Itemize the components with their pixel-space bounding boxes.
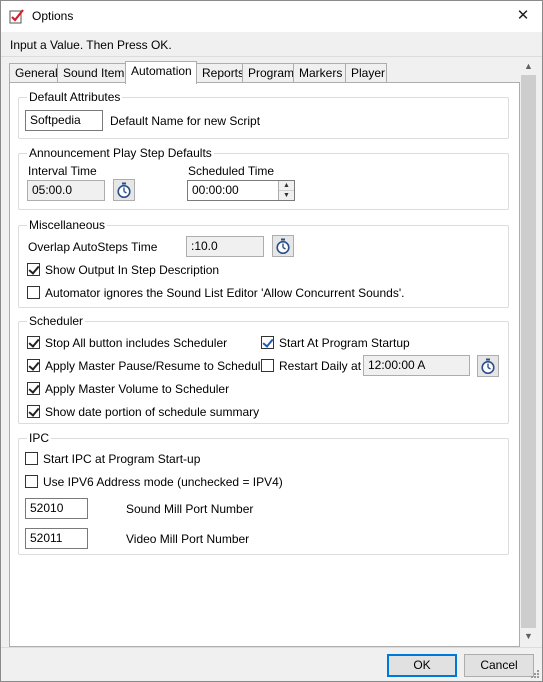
checkbox-checked[interactable] — [27, 382, 40, 396]
interval-timer-button[interactable] — [113, 179, 135, 201]
window-title: Options — [32, 9, 74, 23]
apply-volume-label: Apply Master Volume to Scheduler — [45, 382, 230, 396]
restart-time-input[interactable]: 12:00:00 A — [363, 355, 470, 376]
start-ipc-label: Start IPC at Program Start-up — [43, 452, 201, 466]
start-at-startup-checkbox[interactable]: Start At Program Startup — [261, 336, 410, 352]
scroll-down-icon[interactable]: ▼ — [520, 628, 537, 645]
close-icon: ✕ — [516, 7, 530, 24]
scheduled-time-spinner[interactable]: ▲ ▼ — [278, 181, 294, 200]
show-date-label: Show date portion of schedule summary — [45, 405, 260, 419]
prompt-text: Input a Value. Then Press OK. — [10, 38, 172, 52]
checkbox-checked[interactable] — [27, 263, 40, 277]
tab-general[interactable]: General — [9, 63, 58, 83]
stop-all-label: Stop All button includes Scheduler — [45, 336, 228, 350]
overlap-timer-button[interactable] — [272, 235, 294, 257]
stopwatch-icon — [481, 358, 495, 374]
spin-up-icon[interactable]: ▲ — [279, 181, 294, 190]
apply-volume-checkbox[interactable]: Apply Master Volume to Scheduler — [27, 382, 229, 398]
group-title: Scheduler — [27, 314, 86, 328]
group-title: Announcement Play Step Defaults — [27, 146, 214, 160]
close-button[interactable]: ✕ — [508, 3, 538, 29]
use-ipv6-label: Use IPV6 Address mode (unchecked = IPV4) — [43, 475, 283, 489]
scheduled-time-input[interactable]: 00:00:00 ▲ ▼ — [187, 180, 295, 201]
checklist-icon — [9, 9, 24, 24]
use-ipv6-checkbox[interactable]: Use IPV6 Address mode (unchecked = IPV4) — [25, 475, 283, 491]
ok-button[interactable]: OK — [387, 654, 457, 677]
stopwatch-icon — [276, 238, 290, 254]
start-ipc-checkbox[interactable]: Start IPC at Program Start-up — [25, 452, 200, 468]
automator-ignores-checkbox[interactable]: Automator ignores the Sound List Editor … — [27, 286, 404, 302]
apply-pause-label: Apply Master Pause/Resume to Scheduler — [45, 359, 272, 373]
stopwatch-icon — [117, 182, 131, 198]
checkbox-unchecked[interactable] — [27, 286, 40, 300]
overlap-time-label: Overlap AutoSteps Time — [28, 240, 158, 254]
group-title: Default Attributes — [27, 90, 123, 104]
tab-program[interactable]: Program — [242, 63, 294, 83]
interval-time-input[interactable]: 05:00.0 — [27, 180, 105, 201]
checkbox-checked[interactable] — [27, 359, 40, 373]
show-date-checkbox[interactable]: Show date portion of schedule summary — [27, 405, 259, 421]
miscellaneous-group: Miscellaneous Overlap AutoSteps Time :10… — [18, 218, 509, 308]
default-name-label: Default Name for new Script — [110, 114, 261, 128]
show-output-label: Show Output In Step Description — [45, 263, 220, 277]
restart-daily-label: Restart Daily at — [279, 359, 362, 373]
start-at-startup-label: Start At Program Startup — [279, 336, 410, 350]
checkbox-unchecked[interactable] — [261, 359, 274, 373]
checkbox-unchecked[interactable] — [25, 475, 38, 489]
stop-all-checkbox[interactable]: Stop All button includes Scheduler — [27, 336, 227, 352]
tab-markers[interactable]: Markers — [293, 63, 346, 83]
sound-port-input[interactable]: 52010 — [25, 498, 88, 519]
checkbox-checked[interactable] — [261, 336, 274, 350]
tab-automation[interactable]: Automation — [125, 61, 197, 84]
video-port-label: Video Mill Port Number — [126, 532, 250, 546]
button-bar: OK Cancel — [1, 647, 542, 681]
default-attributes-group: Default Attributes Softpedia Default Nam… — [18, 90, 509, 139]
tab-reports[interactable]: Reports — [196, 63, 244, 83]
prompt-bar: Input a Value. Then Press OK. — [1, 32, 542, 57]
spin-down-icon[interactable]: ▼ — [279, 190, 294, 199]
group-title: IPC — [27, 431, 52, 445]
tab-sound-item[interactable]: Sound Item — [57, 63, 126, 83]
restart-daily-checkbox[interactable]: Restart Daily at — [261, 359, 361, 375]
group-title: Miscellaneous — [27, 218, 108, 232]
sound-port-label: Sound Mill Port Number — [126, 502, 254, 516]
scheduled-time-label: Scheduled Time — [188, 164, 275, 178]
show-output-checkbox[interactable]: Show Output In Step Description — [27, 263, 219, 279]
restart-timer-button[interactable] — [477, 355, 499, 377]
checkbox-checked[interactable] — [27, 405, 40, 419]
default-name-input[interactable]: Softpedia — [25, 110, 103, 131]
announcement-group: Announcement Play Step Defaults Interval… — [18, 146, 509, 210]
overlap-time-input[interactable]: :10.0 — [186, 236, 264, 257]
ipc-group: IPC Start IPC at Program Start-up Use IP… — [18, 431, 509, 555]
resize-grip-icon[interactable] — [530, 669, 540, 679]
options-window: Options ✕ Input a Value. Then Press OK. … — [0, 0, 543, 682]
tab-player[interactable]: Player — [345, 63, 387, 83]
video-port-input[interactable]: 52011 — [25, 528, 88, 549]
checkbox-unchecked[interactable] — [25, 452, 38, 466]
scheduled-time-value: 00:00:00 — [192, 183, 239, 197]
apply-pause-checkbox[interactable]: Apply Master Pause/Resume to Scheduler — [27, 359, 271, 375]
vertical-scrollbar[interactable]: ▲ ▼ — [520, 58, 537, 645]
cancel-button[interactable]: Cancel — [464, 654, 534, 677]
automator-ignores-label: Automator ignores the Sound List Editor … — [45, 286, 405, 300]
scroll-up-icon[interactable]: ▲ — [520, 58, 537, 75]
scheduler-group: Scheduler Stop All button includes Sched… — [18, 314, 509, 424]
automation-panel: Default Attributes Softpedia Default Nam… — [9, 82, 520, 647]
interval-time-label: Interval Time — [28, 164, 97, 178]
scroll-thumb[interactable] — [521, 75, 536, 628]
checkbox-checked[interactable] — [27, 336, 40, 350]
title-bar: Options ✕ — [1, 1, 542, 32]
